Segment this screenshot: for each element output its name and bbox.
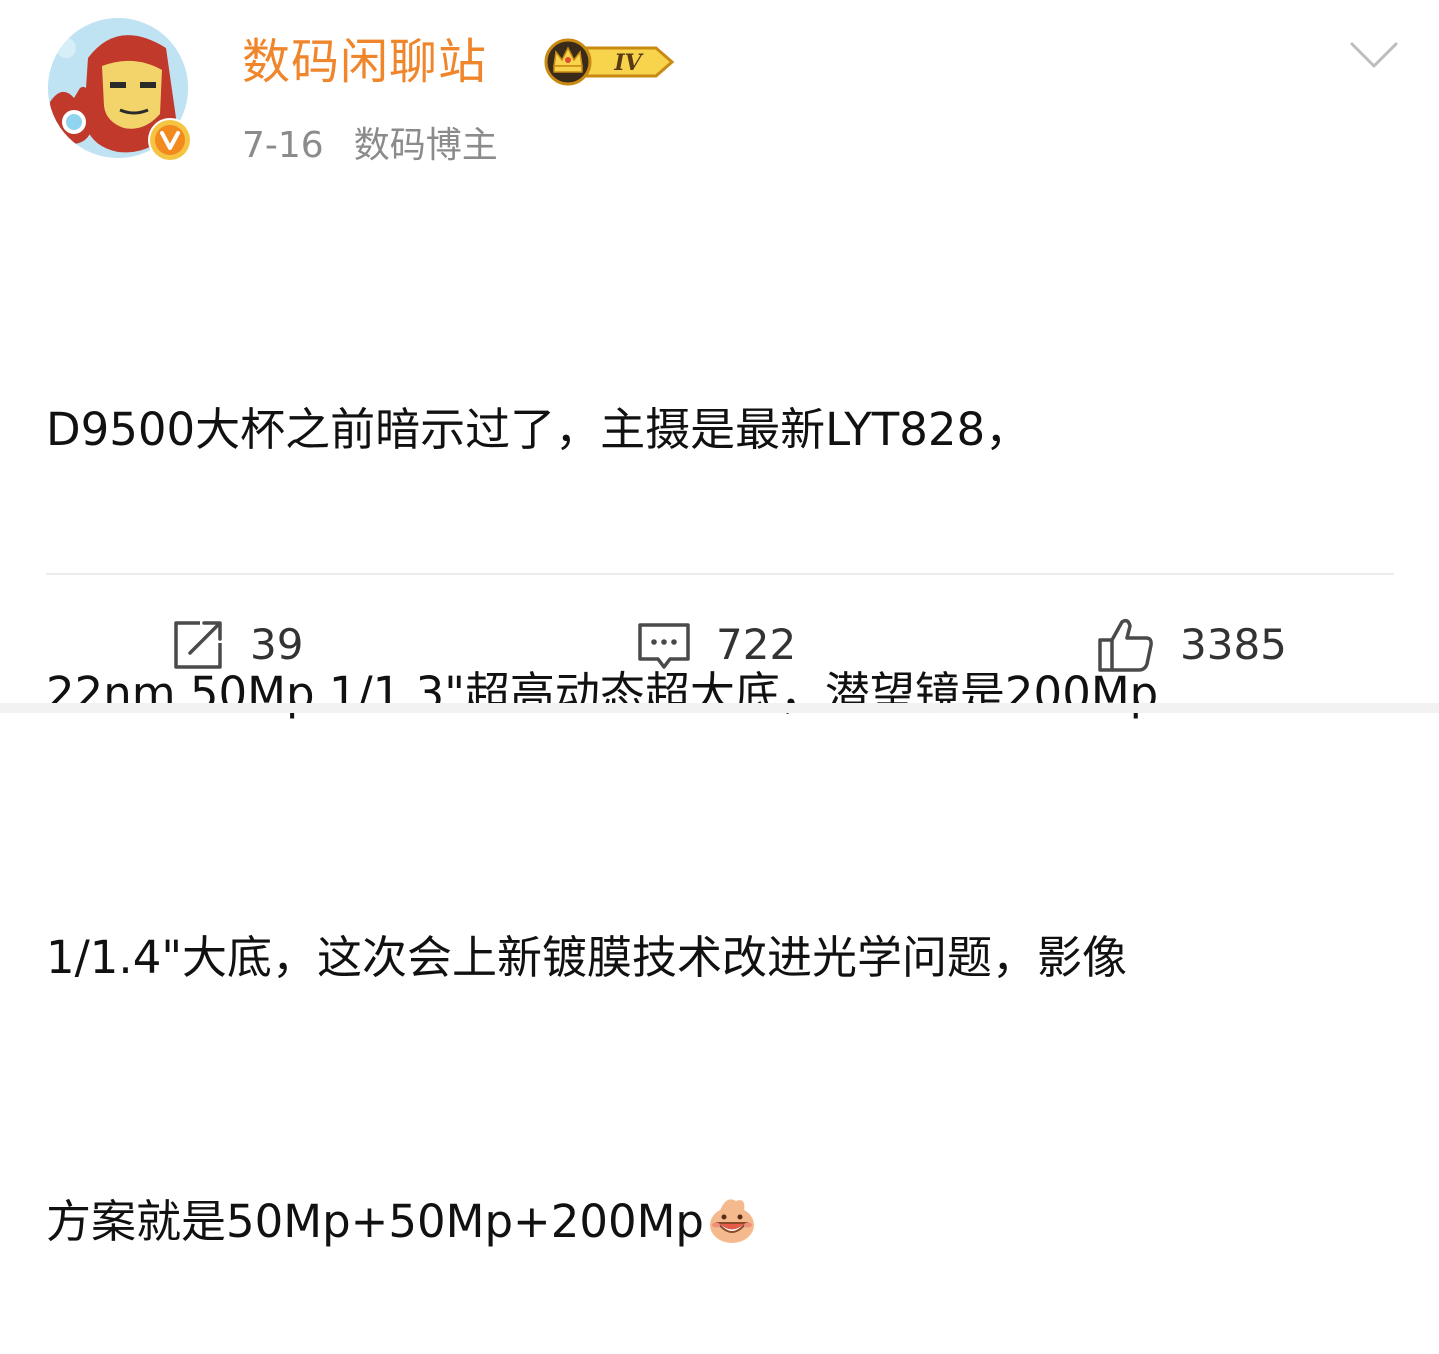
share-icon (174, 621, 222, 669)
post-text-line-1: D9500大杯之前暗示过了，主摄是最新LYT828， (46, 403, 1031, 456)
like-button[interactable]: 3385 (1096, 600, 1287, 690)
post-text-line-3: 1/1.4"大底，这次会上新镀膜技术改进光学问题，影像 (46, 931, 1128, 984)
grin-emoji-icon (706, 1186, 758, 1243)
post-text-line-4-text: 方案就是50Mp+50Mp+200Mp (46, 1195, 704, 1248)
repost-count: 39 (250, 620, 304, 669)
comment-icon (638, 623, 690, 669)
more-options-chevron[interactable] (1348, 38, 1400, 72)
thumbs-up-icon (1098, 618, 1153, 672)
post-meta: 7-16 数码博主 (242, 122, 498, 170)
level-badge[interactable]: IV (538, 36, 678, 86)
avatar-container[interactable] (48, 18, 193, 163)
crown-level-icon: IV (544, 38, 675, 86)
action-bar: 39 722 3385 (0, 600, 1439, 690)
post-time: 7-16 (242, 125, 324, 166)
comment-button[interactable]: 722 (636, 600, 796, 690)
verified-badge (148, 118, 192, 162)
author-tag: 数码博主 (353, 125, 498, 166)
divider (46, 573, 1394, 575)
post-text-line-4: 方案就是50Mp+50Mp+200Mp (46, 1178, 1386, 1266)
verified-v-icon (150, 120, 190, 160)
comment-count: 722 (716, 620, 797, 669)
bottom-separator (0, 703, 1439, 713)
username[interactable]: 数码闲聊站 (242, 30, 487, 94)
level-text: IV (613, 50, 643, 76)
chevron-down-icon[interactable] (1348, 38, 1400, 72)
repost-button[interactable]: 39 (170, 600, 303, 690)
like-count: 3385 (1180, 620, 1287, 669)
post-text: D9500大杯之前暗示过了，主摄是最新LYT828， 22nm 50Mp 1/1… (46, 210, 1386, 1354)
